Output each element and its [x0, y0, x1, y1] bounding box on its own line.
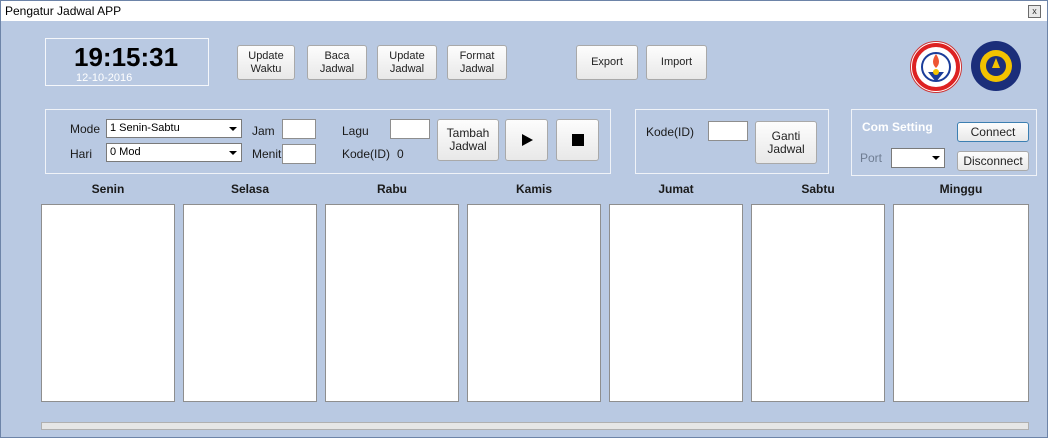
disconnect-button[interactable]: Disconnect	[957, 151, 1029, 171]
day-header-sabtu: Sabtu	[801, 182, 835, 196]
kode-id-label: Kode(ID)	[342, 147, 391, 161]
ganti-jadwal-line2: Jadwal	[767, 141, 805, 156]
menit-input[interactable]	[282, 144, 316, 164]
lagu-input[interactable]	[390, 119, 430, 139]
university-logo	[971, 41, 1021, 91]
hari-select[interactable]: 0 Mod	[106, 143, 242, 162]
baca-jadwal-line2: Jadwal	[319, 62, 355, 75]
ganti-kode-id-input[interactable]	[708, 121, 748, 141]
ganti-jadwal-button[interactable]: Ganti Jadwal	[755, 121, 817, 164]
day-list-kamis[interactable]	[467, 204, 601, 402]
university-logo-icon	[972, 42, 1020, 90]
menit-label: Menit	[252, 147, 282, 161]
format-jadwal-button[interactable]: Format Jadwal	[447, 45, 507, 80]
jam-input[interactable]	[282, 119, 316, 139]
update-jadwal-line1: Update	[389, 49, 425, 62]
update-waktu-line1: Update	[248, 49, 284, 62]
schedule-input-panel: Mode 1 Senin-Sabtu Hari 0 Mod Jam Menit …	[45, 109, 611, 174]
day-list-sabtu[interactable]	[751, 204, 885, 402]
day-header-senin: Senin	[91, 182, 125, 196]
day-list-senin[interactable]	[41, 204, 175, 402]
export-button[interactable]: Export	[576, 45, 638, 80]
com-setting-title: Com Setting	[862, 120, 933, 134]
format-jadwal-line2: Jadwal	[459, 62, 495, 75]
stop-button[interactable]	[556, 119, 599, 161]
tambah-jadwal-line1: Tambah	[446, 126, 490, 140]
day-list-jumat[interactable]	[609, 204, 743, 402]
update-waktu-line2: Waktu	[250, 62, 282, 75]
connect-button[interactable]: Connect	[957, 122, 1029, 142]
window-title: Pengatur Jadwal APP	[5, 4, 122, 18]
lagu-label: Lagu	[342, 124, 369, 138]
clock-display: 19:15:31 12-10-2016	[45, 38, 209, 86]
com-setting-panel: Com Setting Port Connect Disconnect	[851, 109, 1037, 176]
hari-label: Hari	[70, 147, 93, 161]
kemenpora-logo	[910, 41, 962, 93]
day-header-selasa: Selasa	[230, 182, 270, 196]
day-list-rabu[interactable]	[325, 204, 459, 402]
mode-label: Mode	[70, 122, 101, 136]
ganti-jadwal-panel: Kode(ID) Ganti Jadwal	[635, 109, 829, 174]
day-header-rabu: Rabu	[377, 182, 407, 196]
day-header-kamis: Kamis	[515, 182, 553, 196]
chevron-down-icon	[229, 151, 237, 155]
close-button[interactable]: x	[1028, 5, 1041, 18]
port-label: Port	[860, 151, 883, 165]
jam-label: Jam	[252, 124, 275, 138]
play-button[interactable]	[505, 119, 548, 161]
baca-jadwal-button[interactable]: Baca Jadwal	[307, 45, 367, 80]
stop-icon	[571, 134, 584, 146]
import-button[interactable]: Import	[646, 45, 707, 80]
clock-time: 19:15:31	[74, 42, 179, 72]
hari-select-value: 0 Mod	[110, 146, 141, 158]
chevron-down-icon	[229, 127, 237, 131]
ganti-jadwal-line1: Ganti	[771, 128, 801, 143]
day-list-selasa[interactable]	[183, 204, 317, 402]
clock-date: 12-10-2016	[76, 72, 133, 84]
day-header-jumat: Jumat	[658, 182, 694, 196]
update-jadwal-line2: Jadwal	[389, 62, 425, 75]
kemenpora-logo-icon	[912, 43, 960, 91]
play-icon	[521, 134, 533, 146]
format-jadwal-line1: Format	[459, 49, 495, 62]
app-window: Pengatur Jadwal APP x 19:15:31 12-10-201…	[0, 0, 1048, 438]
kode-id-value: 0	[397, 147, 404, 161]
chevron-down-icon	[932, 156, 940, 160]
tambah-jadwal-line2: Jadwal	[449, 139, 487, 153]
ganti-kode-id-label: Kode(ID)	[646, 125, 695, 139]
mode-select-value: 1 Senin-Sabtu	[110, 122, 180, 134]
day-list-minggu[interactable]	[893, 204, 1029, 402]
horizontal-scrollbar[interactable]	[41, 422, 1029, 430]
update-jadwal-button[interactable]: Update Jadwal	[377, 45, 437, 80]
port-select[interactable]	[891, 148, 945, 168]
tambah-jadwal-button[interactable]: Tambah Jadwal	[437, 119, 499, 161]
update-waktu-button[interactable]: Update Waktu	[237, 45, 295, 80]
title-bar[interactable]: Pengatur Jadwal APP x	[1, 1, 1047, 21]
mode-select[interactable]: 1 Senin-Sabtu	[106, 119, 242, 138]
baca-jadwal-line1: Baca	[324, 49, 350, 62]
day-header-minggu: Minggu	[939, 182, 983, 196]
